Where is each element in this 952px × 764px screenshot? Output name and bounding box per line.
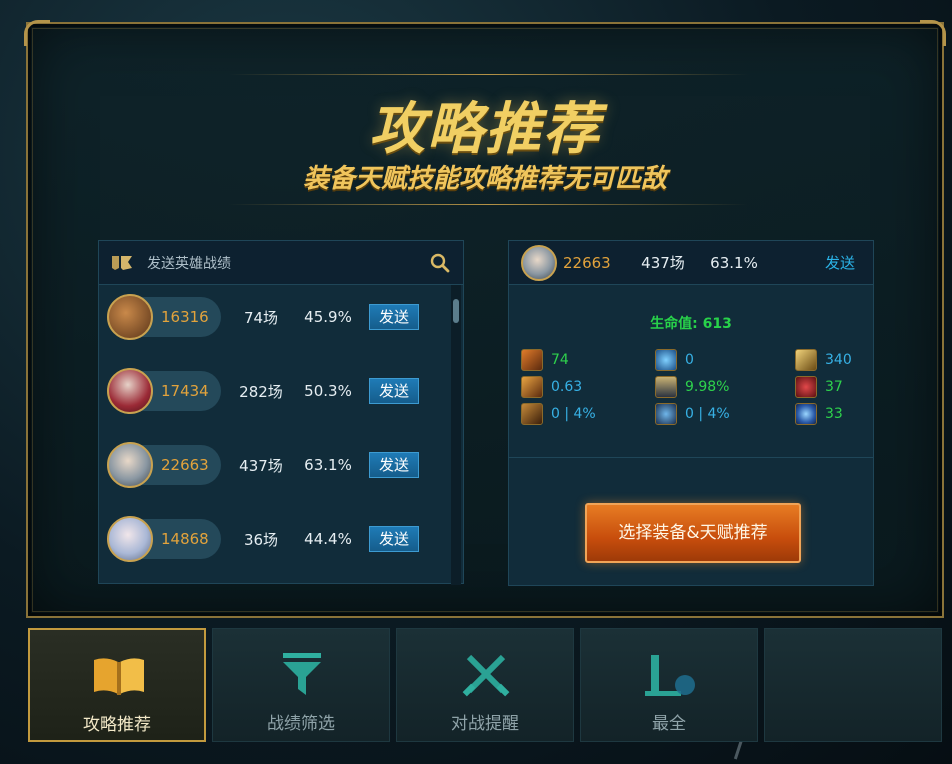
win-rate: 63.1% — [304, 456, 352, 474]
stat-magic-pen: 0 | 4% — [655, 403, 730, 425]
detail-header: 22663 437场 63.1% 发送 — [509, 241, 873, 285]
tab-label: 对战提醒 — [451, 714, 519, 734]
hero-stats-panel: 发送英雄战绩 16316 74场 45.9% 发送 17434 282场 50.… — [98, 240, 464, 585]
armor-icon — [795, 376, 817, 398]
scroll-thumb[interactable] — [453, 299, 459, 323]
hero-id-pill: 14868 — [107, 516, 221, 562]
avatar[interactable] — [107, 442, 153, 488]
hero-id: 17434 — [161, 382, 209, 400]
stat-value: 340 — [825, 352, 852, 368]
scrollbar[interactable] — [451, 285, 461, 585]
send-link[interactable]: 发送 — [825, 252, 855, 273]
stat-ability-power: 0 — [655, 349, 694, 371]
stat-magic-resist: 33 — [795, 403, 843, 425]
games-count: 74场 — [243, 308, 279, 327]
hero-list: 16316 74场 45.9% 发送 17434 282场 50.3% 发送 2… — [99, 285, 455, 585]
choose-items-runes-button[interactable]: 选择装备&天赋推荐 — [585, 503, 801, 563]
guide-frame: 攻略推荐 装备天赋技能攻略推荐无可匹敌 发送英雄战绩 16316 74场 45.… — [24, 20, 946, 618]
tab-guide[interactable]: 攻略推荐 — [28, 628, 206, 742]
games-count: 437场 — [239, 456, 283, 475]
games-count: 437场 — [641, 254, 685, 272]
stat-cooldown: 9.98% — [655, 376, 729, 398]
divider — [509, 457, 873, 458]
stat-attack-damage: 74 — [521, 349, 569, 371]
search-icon[interactable] — [429, 252, 451, 274]
mana-icon — [795, 349, 817, 371]
send-button[interactable]: 发送 — [369, 378, 419, 404]
frame-corner — [920, 20, 946, 46]
avatar[interactable] — [107, 294, 153, 340]
crossed-swords-icon — [457, 651, 515, 701]
hero-id-pill: 17434 — [107, 368, 221, 414]
chart-icon — [641, 651, 699, 701]
tab-label: 攻略推荐 — [83, 715, 151, 735]
win-rate: 63.1% — [710, 253, 758, 272]
hero-id: 14868 — [161, 530, 209, 548]
attack-speed-icon — [521, 376, 543, 398]
tab-most-complete[interactable]: 最全 — [580, 628, 758, 742]
games-count: 282场 — [239, 382, 283, 401]
book-icon — [90, 652, 148, 702]
tab-battle-alert[interactable]: 对战提醒 — [396, 628, 574, 742]
stat-value: 0 | 4% — [685, 406, 730, 422]
stat-value: 33 — [825, 406, 843, 422]
lol-logo-icon — [111, 254, 133, 272]
tab-empty[interactable] — [764, 628, 942, 742]
hero-id: 22663 — [563, 253, 611, 272]
tab-label: 战绩筛选 — [267, 714, 335, 734]
list-item: 17434 282场 50.3% 发送 — [107, 368, 449, 414]
list-item: 22663 437场 63.1% 发送 — [107, 442, 449, 488]
stat-value: 9.98% — [685, 379, 730, 395]
hero-id-pill: 16316 — [107, 294, 221, 340]
stat-value: 74 — [551, 352, 569, 368]
win-rate: 45.9% — [304, 308, 352, 326]
armor-pen-icon — [521, 403, 543, 425]
send-button[interactable]: 发送 — [369, 452, 419, 478]
stat-value: 37 — [825, 379, 843, 395]
hero-subtitle: 装备天赋技能攻略推荐无可匹敌 — [302, 164, 667, 194]
hero-divider — [228, 74, 748, 75]
win-rate: 50.3% — [304, 382, 352, 400]
cooldown-icon — [655, 376, 677, 398]
panel-header: 发送英雄战绩 — [99, 241, 463, 285]
stat-value: 0 | 4% — [551, 406, 596, 422]
frame-corner — [24, 20, 50, 46]
stat-attack-speed: 0.63 — [521, 376, 582, 398]
stat-armor-pen: 0 | 4% — [521, 403, 596, 425]
tab-bar: 攻略推荐 战绩筛选 对战提醒 最全 — [28, 628, 952, 744]
tab-label: 最全 — [652, 714, 686, 734]
send-button[interactable]: 发送 — [369, 304, 419, 330]
list-item: 16316 74场 45.9% 发送 — [107, 294, 449, 340]
ability-power-icon — [655, 349, 677, 371]
send-button[interactable]: 发送 — [369, 526, 419, 552]
win-rate: 44.4% — [304, 530, 352, 548]
hero-id: 16316 — [161, 308, 209, 326]
tab-filter[interactable]: 战绩筛选 — [212, 628, 390, 742]
hp-value: 生命值: 613 — [650, 316, 732, 332]
magic-pen-icon — [655, 403, 677, 425]
games-count: 36场 — [243, 530, 279, 549]
stat-mana: 340 — [795, 349, 852, 371]
hero-detail-panel: 22663 437场 63.1% 发送 生命值: 613 74 0 340 0.… — [508, 240, 874, 586]
hero-id: 22663 — [161, 456, 209, 474]
stat-value: 0.63 — [551, 379, 583, 395]
avatar — [521, 244, 557, 281]
magic-resist-icon — [795, 403, 817, 425]
stat-value: 0 — [685, 352, 694, 368]
hero-divider — [228, 204, 748, 205]
avatar[interactable] — [107, 516, 153, 562]
attack-damage-icon — [521, 349, 543, 371]
avatar[interactable] — [107, 368, 153, 414]
list-item: 14868 36场 44.4% 发送 — [107, 516, 449, 562]
stat-armor: 37 — [795, 376, 843, 398]
filter-icon — [273, 651, 331, 701]
hero-id-pill: 22663 — [107, 442, 221, 488]
hero-title: 攻略推荐 — [369, 97, 601, 162]
panel-title: 发送英雄战绩 — [147, 255, 231, 272]
